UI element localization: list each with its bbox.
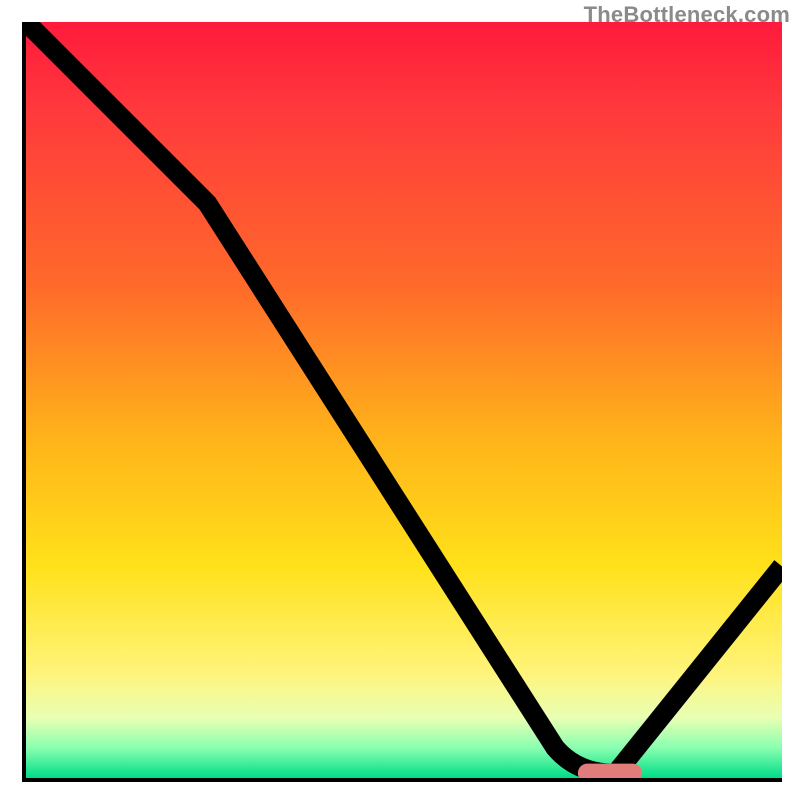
chart-plot-area (22, 22, 782, 782)
chart-curve-layer (26, 22, 782, 778)
watermark-text: TheBottleneck.com (584, 2, 790, 28)
chart-min-marker (578, 764, 642, 778)
chart-line-series (26, 22, 782, 773)
